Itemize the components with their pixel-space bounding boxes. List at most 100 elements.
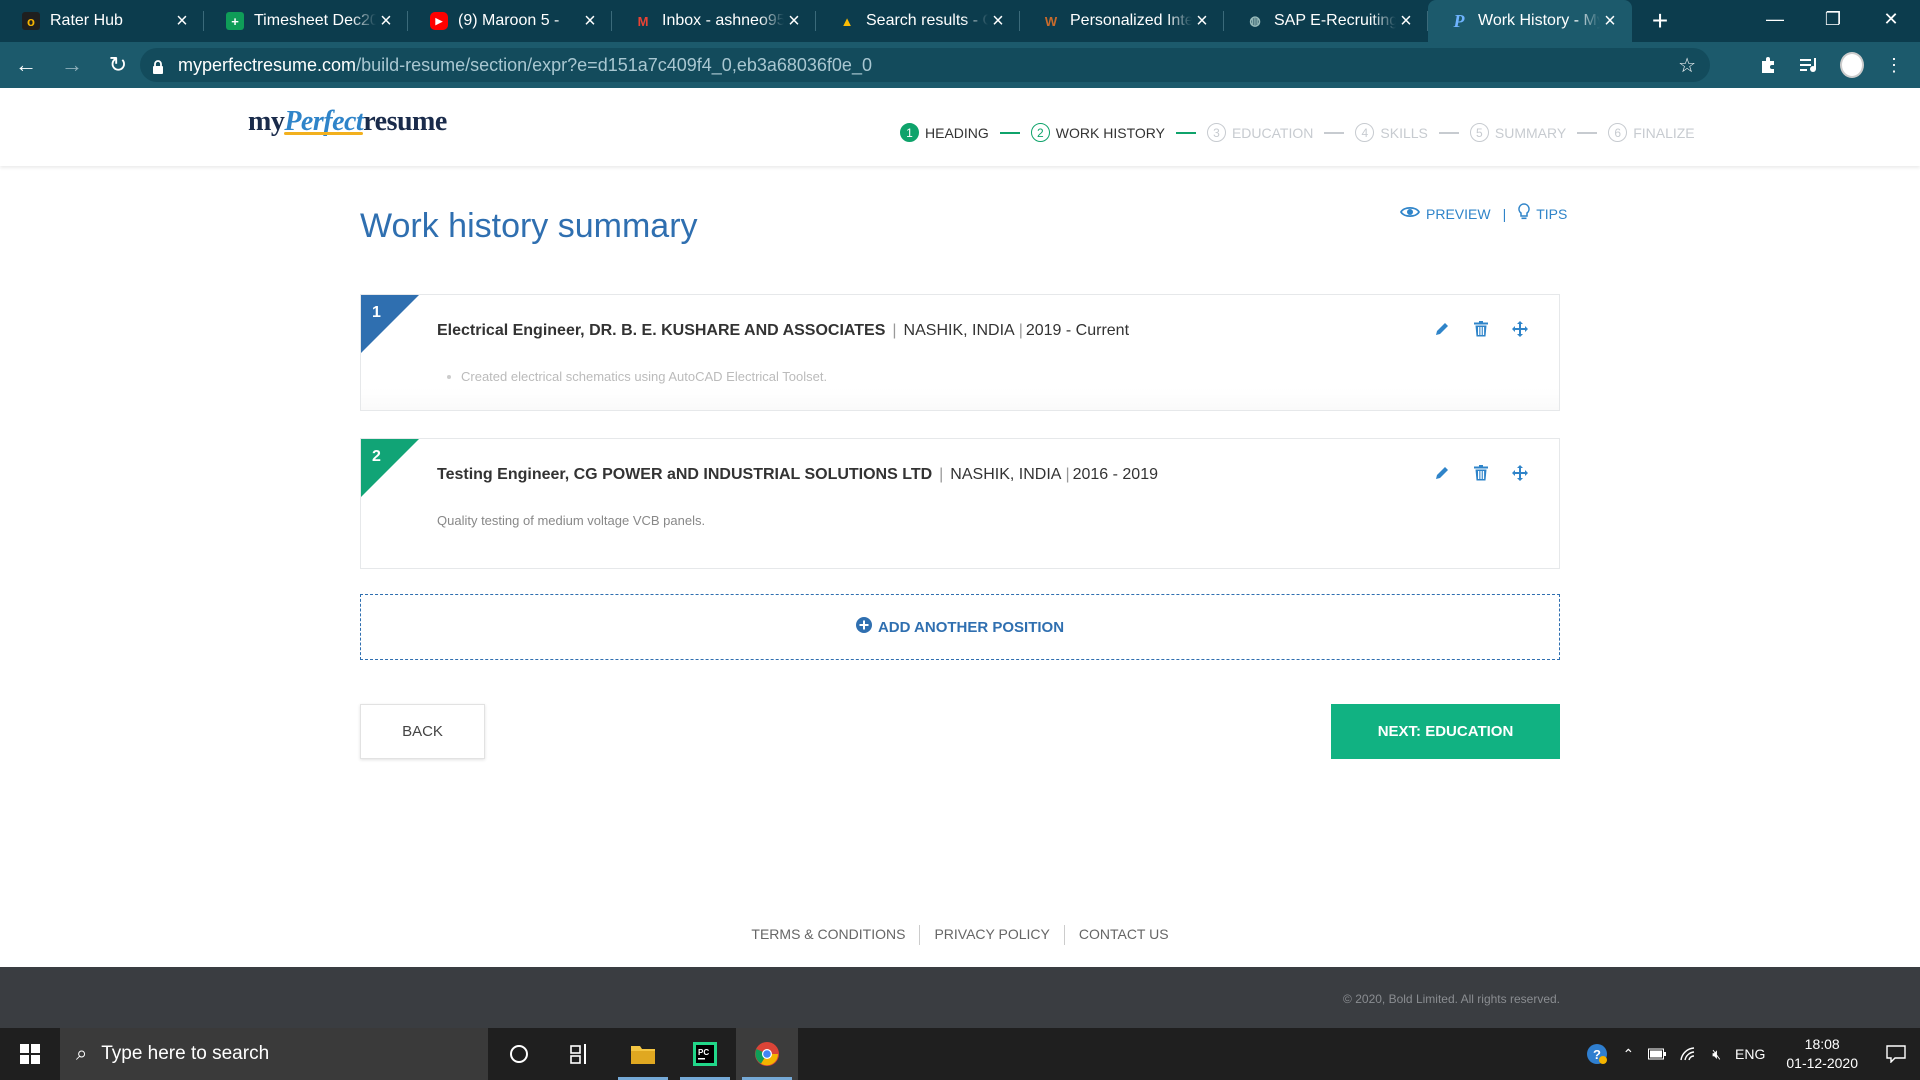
- myperfectresume-logo[interactable]: myPerfectresume: [248, 106, 447, 138]
- position-description: Created electrical schematics using Auto…: [446, 369, 828, 384]
- step-connector: [1438, 131, 1459, 134]
- position-role: Electrical Engineer, DR. B. E. KUSHARE A…: [437, 322, 886, 339]
- new-tab-button[interactable]: +: [1640, 7, 1680, 35]
- file-explorer-icon[interactable]: [612, 1028, 674, 1080]
- tab-rater-hub[interactable]: o Rater Hub ×: [0, 0, 204, 42]
- step-heading[interactable]: 1 HEADING: [900, 123, 989, 142]
- close-icon[interactable]: ×: [784, 11, 804, 31]
- reload-icon[interactable]: ↻: [98, 45, 138, 85]
- separator: |: [1065, 466, 1070, 483]
- system-tray: ? ⌃ 🔇︎ ENG 18:08 01-12-2020: [1579, 1028, 1920, 1080]
- step-summary: 5 SUMMARY: [1469, 123, 1567, 142]
- close-icon[interactable]: ×: [988, 11, 1008, 31]
- windows-start-icon[interactable]: [0, 1028, 60, 1080]
- tab-gmail[interactable]: M Inbox - ashneo95@ ×: [612, 0, 816, 42]
- close-icon[interactable]: ×: [172, 11, 192, 31]
- edit-pencil-icon[interactable]: [1432, 319, 1451, 338]
- trash-icon[interactable]: [1471, 463, 1490, 482]
- tab-work-history[interactable]: P Work History - My ×: [1428, 0, 1632, 42]
- battery-icon[interactable]: [1648, 1048, 1667, 1060]
- logo-my: my: [248, 106, 285, 137]
- cortana-circle-icon[interactable]: [488, 1028, 550, 1080]
- footer-links: TERMS & CONDITIONS PRIVACY POLICY CONTAC…: [0, 925, 1920, 945]
- contact-link[interactable]: CONTACT US: [1079, 925, 1169, 945]
- close-icon[interactable]: ×: [1396, 11, 1416, 31]
- tab-timesheet[interactable]: + Timesheet Dec20 - ×: [204, 0, 408, 42]
- chevron-up-icon[interactable]: ⌃: [1622, 1046, 1634, 1063]
- task-view-icon[interactable]: [550, 1028, 612, 1080]
- tab-title: SAP E-Recruiting: [1274, 12, 1396, 29]
- position-card[interactable]: 1 Electrical Engineer, DR. B. E. KUSHARE…: [360, 294, 1560, 411]
- extensions-puzzle-icon[interactable]: [1756, 48, 1780, 82]
- rater-hub-icon: o: [22, 12, 40, 30]
- add-position-button[interactable]: ADD ANOTHER POSITION: [360, 594, 1560, 660]
- tab-personalized[interactable]: W Personalized Intern ×: [1020, 0, 1224, 42]
- bookmark-star-icon[interactable]: ☆: [1678, 53, 1696, 78]
- position-location: NASHIK, INDIA: [950, 466, 1062, 483]
- windows-taskbar: ⌕ Type here to search PC ? ⌃ 🔇︎ ENG 18:0…: [0, 1028, 1920, 1080]
- tips-link[interactable]: TIPS: [1518, 203, 1567, 224]
- privacy-link[interactable]: PRIVACY POLICY: [934, 925, 1049, 945]
- terms-link[interactable]: TERMS & CONDITIONS: [751, 925, 905, 945]
- taskbar-clock[interactable]: 18:08 01-12-2020: [1786, 1035, 1858, 1073]
- volume-muted-icon[interactable]: 🔇︎: [1712, 1046, 1721, 1063]
- step-number: 2: [1030, 123, 1050, 142]
- chrome-icon[interactable]: [736, 1028, 798, 1080]
- position-number: 2: [372, 448, 381, 465]
- trash-icon[interactable]: [1471, 319, 1490, 338]
- page-title: Work history summary: [360, 207, 698, 245]
- move-arrows-icon[interactable]: [1510, 319, 1529, 338]
- close-icon[interactable]: ×: [1192, 11, 1212, 31]
- help-icon[interactable]: ?: [1586, 1043, 1608, 1065]
- position-number: 1: [372, 304, 381, 321]
- lock-icon: [152, 58, 164, 74]
- position-card[interactable]: 2 Testing Engineer, CG POWER aND INDUSTR…: [360, 438, 1560, 569]
- site-icon: W: [1044, 13, 1058, 29]
- minimize-icon[interactable]: —: [1746, 0, 1804, 38]
- link-separator: |: [1502, 205, 1507, 222]
- globe-icon: ◍: [1249, 13, 1261, 28]
- address-bar[interactable]: myperfectresume.com/build-resume/section…: [140, 48, 1710, 82]
- step-label: SKILLS: [1380, 124, 1428, 141]
- separator: |: [1018, 322, 1023, 339]
- preview-label: PREVIEW: [1426, 205, 1491, 222]
- step-number: 4: [1355, 123, 1375, 142]
- eye-icon: [1399, 205, 1421, 222]
- position-actions: [1432, 463, 1529, 482]
- pycharm-icon[interactable]: PC: [674, 1028, 736, 1080]
- drive-icon: ▲: [840, 13, 854, 29]
- language-indicator[interactable]: ENG: [1735, 1046, 1765, 1062]
- next-education-button[interactable]: NEXT: EDUCATION: [1331, 704, 1560, 759]
- media-queue-icon[interactable]: [1798, 48, 1822, 82]
- url-path: /build-resume/section/expr?e=d151a7c409f…: [356, 54, 872, 75]
- clock-date: 01-12-2020: [1786, 1055, 1858, 1071]
- step-work-history[interactable]: 2 WORK HISTORY: [1030, 123, 1165, 142]
- step-label: SUMMARY: [1494, 124, 1567, 141]
- notification-icon[interactable]: [1872, 1045, 1920, 1063]
- fade-overlay: [361, 388, 1559, 410]
- edit-pencil-icon[interactable]: [1432, 463, 1451, 482]
- menu-dots-icon[interactable]: ⋮: [1882, 48, 1906, 82]
- tab-drive-search[interactable]: ▲ Search results - Go ×: [816, 0, 1020, 42]
- close-window-icon[interactable]: ✕: [1862, 0, 1920, 38]
- back-button[interactable]: BACK: [360, 704, 485, 759]
- close-icon[interactable]: ×: [580, 11, 600, 31]
- close-icon[interactable]: ×: [1600, 11, 1620, 31]
- svg-text:PC: PC: [698, 1048, 709, 1057]
- move-arrows-icon[interactable]: [1510, 463, 1529, 482]
- position-corner-badge: [361, 295, 419, 353]
- preview-link[interactable]: PREVIEW: [1399, 205, 1491, 222]
- taskbar-search-input[interactable]: ⌕ Type here to search: [60, 1028, 488, 1080]
- profile-avatar[interactable]: [1840, 48, 1864, 82]
- forward-arrow-icon[interactable]: →: [52, 45, 92, 85]
- back-arrow-icon[interactable]: ←: [6, 45, 46, 85]
- position-description: Quality testing of medium voltage VCB pa…: [437, 513, 706, 528]
- wifi-icon[interactable]: [1680, 1047, 1698, 1061]
- restore-icon[interactable]: ❐: [1804, 0, 1862, 38]
- close-icon[interactable]: ×: [376, 11, 396, 31]
- position-header: Electrical Engineer, DR. B. E. KUSHARE A…: [437, 322, 1129, 340]
- tab-youtube[interactable]: ▶ (9) Maroon 5 - ×: [408, 0, 612, 42]
- window-controls: — ❐ ✕: [1746, 0, 1920, 42]
- page-top-links: PREVIEW | TIPS: [1399, 203, 1567, 224]
- tab-sap[interactable]: ◍ SAP E-Recruiting ×: [1224, 0, 1428, 42]
